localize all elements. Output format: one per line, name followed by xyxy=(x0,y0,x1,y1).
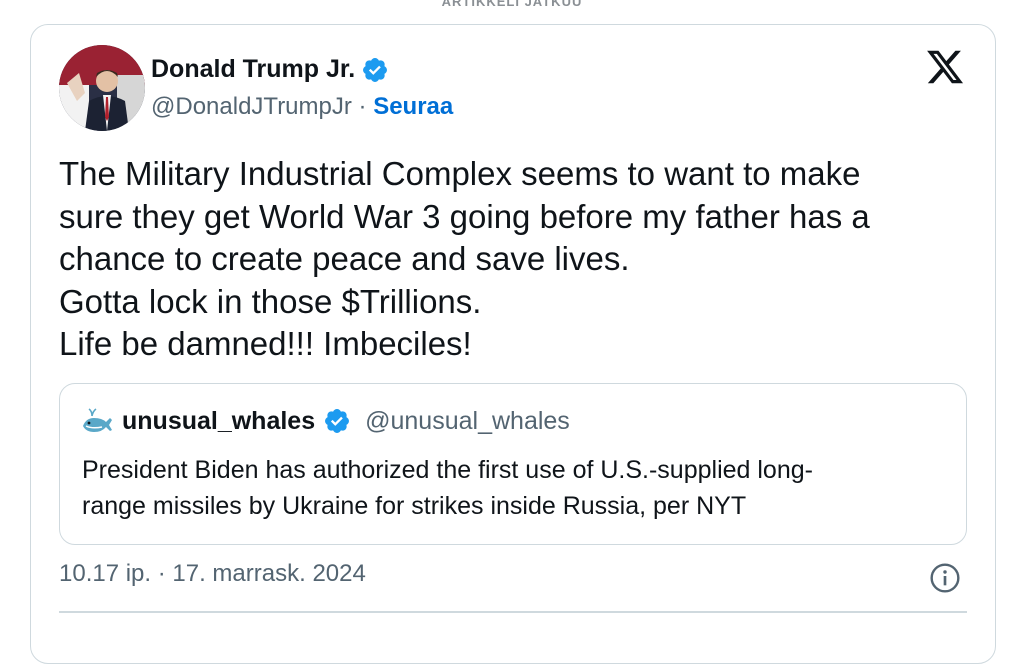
divider xyxy=(59,611,967,613)
author-name-row: Donald Trump Jr. xyxy=(151,55,389,84)
tweet-text-line: Life be damned!!! Imbeciles! xyxy=(59,325,472,362)
quoted-tweet-text: President Biden has authorized the first… xyxy=(82,452,942,524)
whale-icon xyxy=(83,408,112,432)
avatar-image xyxy=(59,45,145,131)
tweet-text-line: chance to create peace and save lives. xyxy=(59,240,630,277)
verified-badge-icon xyxy=(325,409,350,433)
handle-separator: · xyxy=(351,93,374,120)
tweet-text-line: Gotta lock in those $Trillions. xyxy=(59,282,482,320)
tweet-text-line: sure they get World War 3 going before m… xyxy=(59,197,870,235)
quoted-author-name[interactable]: unusual_whales xyxy=(122,407,315,436)
follow-button[interactable]: Seuraa xyxy=(373,93,453,120)
quoted-text-line: range missiles by Ukraine for strikes in… xyxy=(82,492,747,520)
verified-badge-icon xyxy=(363,57,388,82)
info-icon[interactable] xyxy=(929,562,961,594)
author-display-name[interactable]: Donald Trump Jr. xyxy=(151,55,355,84)
quoted-tweet[interactable]: unusual_whales @unusual_whales President… xyxy=(59,383,967,545)
tweet-text: The Military Industrial Complex seems to… xyxy=(59,153,959,366)
embedded-tweet-card[interactable]: Donald Trump Jr. @DonaldJTrumpJr · Seura… xyxy=(30,24,996,664)
quoted-tweet-header: unusual_whales @unusual_whales xyxy=(80,406,570,436)
author-handle[interactable]: @DonaldJTrumpJr xyxy=(151,93,352,120)
tweet-timestamp[interactable]: 10.17 ip. · 17. marrask. 2024 xyxy=(59,560,366,588)
quoted-text-line: President Biden has authorized the first… xyxy=(82,456,813,484)
tweet-text-line: The Military Industrial Complex seems to… xyxy=(59,155,861,192)
quoted-author-handle[interactable]: @unusual_whales xyxy=(365,407,570,436)
avatar[interactable] xyxy=(59,45,145,131)
x-logo-icon[interactable] xyxy=(925,47,965,87)
author-handle-row: @DonaldJTrumpJr · Seuraa xyxy=(151,93,453,121)
article-continues-label: ARTIKKELI JATKUU xyxy=(441,0,583,9)
